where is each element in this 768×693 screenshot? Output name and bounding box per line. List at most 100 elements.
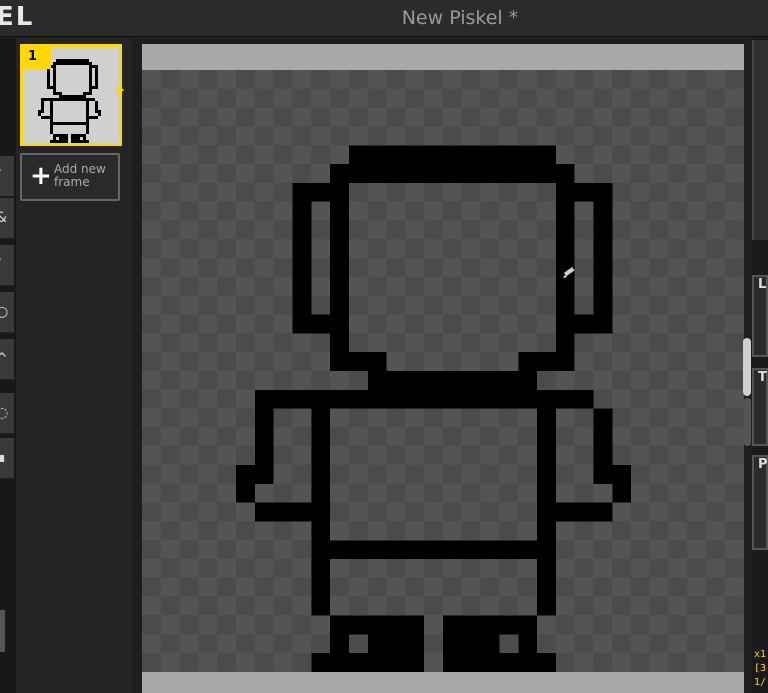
thumbnail-pixel (80, 95, 83, 98)
sprite-pixel (555, 182, 575, 202)
pencil-tool-button[interactable]: / (0, 156, 14, 197)
thumbnail-pixel (47, 77, 50, 80)
move-tool-button[interactable]: ▪ (0, 438, 14, 479)
sprite-pixel (254, 465, 274, 484)
sprite-pixel (292, 389, 312, 409)
thumbnail-pixel (98, 110, 101, 113)
thumbnail-pixel (47, 71, 50, 74)
sprite-pixel (367, 540, 387, 560)
canvas-scrollbar-track[interactable] (744, 398, 751, 446)
sprite-pixel (537, 389, 556, 409)
sprite-pixel (424, 164, 443, 183)
thumbnail-pixel (71, 134, 74, 137)
sprite-pixel (330, 295, 349, 315)
sprite-pixel (499, 615, 519, 635)
thumbnail-pixel (83, 98, 86, 101)
thumbnail-pixel (77, 62, 80, 65)
sprite-pixel (461, 653, 481, 672)
thumbnail-pixel (92, 65, 95, 68)
pencil-cursor-icon (562, 265, 576, 284)
canvas-scrollbar-thumb[interactable] (743, 338, 751, 396)
thumbnail-pixel (92, 86, 95, 89)
sprite-pixel (311, 559, 331, 578)
sprite-pixel (443, 371, 462, 390)
sprite-pixel (405, 615, 425, 635)
drawing-canvas[interactable] (142, 70, 744, 672)
thumbnail-pixel (86, 59, 89, 62)
sprite-pixel (537, 408, 556, 428)
sprite-pixel (330, 239, 349, 259)
thumbnail-pixel (53, 62, 56, 65)
sprite-pixel (555, 389, 575, 409)
lasso-icon: ◌ (0, 405, 8, 421)
sprite-pixel (443, 634, 462, 654)
palette-section[interactable]: P (752, 455, 768, 550)
frame-thumbnail[interactable]: 1 (20, 44, 122, 146)
sprite-pixel (537, 502, 556, 522)
thumbnail-pixel (77, 122, 80, 125)
sprite-pixel (405, 371, 425, 390)
thumbnail-pixel (86, 98, 89, 101)
thumbnail-pixel (74, 59, 77, 62)
thumbnail-pixel (62, 122, 65, 125)
stroke-tool-button[interactable]: / (0, 245, 14, 286)
thumbnail-pixel (47, 80, 50, 83)
thumbnail-pixel (77, 59, 80, 62)
sprite-pixel (386, 540, 406, 560)
sprite-pixel (311, 427, 331, 447)
thumbnail-pixel (50, 131, 53, 134)
sprite-pixel (537, 465, 556, 484)
thumbnail-pixel (89, 74, 92, 77)
thumbnail-pixel (44, 98, 47, 101)
sprite-pixel (405, 145, 425, 165)
sprite-pixel (480, 653, 500, 672)
thumbnail-pixel (95, 107, 98, 110)
paint-bucket-tool-button[interactable]: & (0, 198, 14, 239)
sprite-pixel (461, 615, 481, 635)
sprite-pixel (292, 220, 312, 240)
sprite-pixel (555, 295, 575, 315)
sprite-pixel (518, 164, 538, 183)
sprite-pixel (537, 446, 556, 466)
thumbnail-pixel (50, 101, 53, 104)
thumbnail-pixel (38, 113, 41, 116)
sprite-pixel (236, 465, 255, 484)
sprite-pixel (330, 164, 349, 183)
lighten-tool-button[interactable]: ^ (0, 339, 14, 380)
lasso-tool-button[interactable]: ◌ (0, 393, 14, 434)
toolbar-scrollbar[interactable] (0, 610, 5, 652)
sprite-pixel (593, 408, 613, 428)
thumbnail-pixel (59, 140, 62, 143)
sprite-pixel (518, 371, 538, 390)
thumbnail-pixel (65, 137, 68, 140)
thumbnail-pixel (62, 137, 65, 140)
thumbnail-pixel (86, 110, 89, 113)
thumbnail-pixel (50, 122, 53, 125)
thumbnail-pixel (50, 128, 53, 131)
sprite-pixel (555, 164, 575, 183)
circle-tool-button[interactable]: ○ (0, 292, 14, 333)
sprite-pixel (386, 389, 406, 409)
thumbnail-pixel (89, 92, 92, 95)
thumbnail-pixel (83, 62, 86, 65)
sprite-pixel (292, 314, 312, 334)
thumbnail-pixel (74, 95, 77, 98)
sprite-pixel (254, 502, 274, 522)
sprite-pixel (330, 276, 349, 296)
thumbnail-pixel (50, 86, 53, 89)
sprite-pixel (480, 389, 500, 409)
sprite-pixel (424, 540, 443, 560)
add-frame-button[interactable]: + Add new frame (20, 153, 120, 201)
thumbnail-pixel (47, 98, 50, 101)
sprite-pixel (367, 145, 387, 165)
sprite-pixel (292, 258, 312, 277)
sprite-pixel (348, 164, 368, 183)
thumbnail-pixel (74, 122, 77, 125)
sprite-pixel (405, 653, 425, 672)
layers-section[interactable]: L (752, 275, 768, 357)
sprite-pixel (311, 483, 331, 503)
thumbnail-pixel (65, 98, 68, 101)
transform-section[interactable]: T (752, 368, 768, 446)
thumbnail-pixel (95, 116, 98, 119)
sprite-pixel (480, 371, 500, 390)
